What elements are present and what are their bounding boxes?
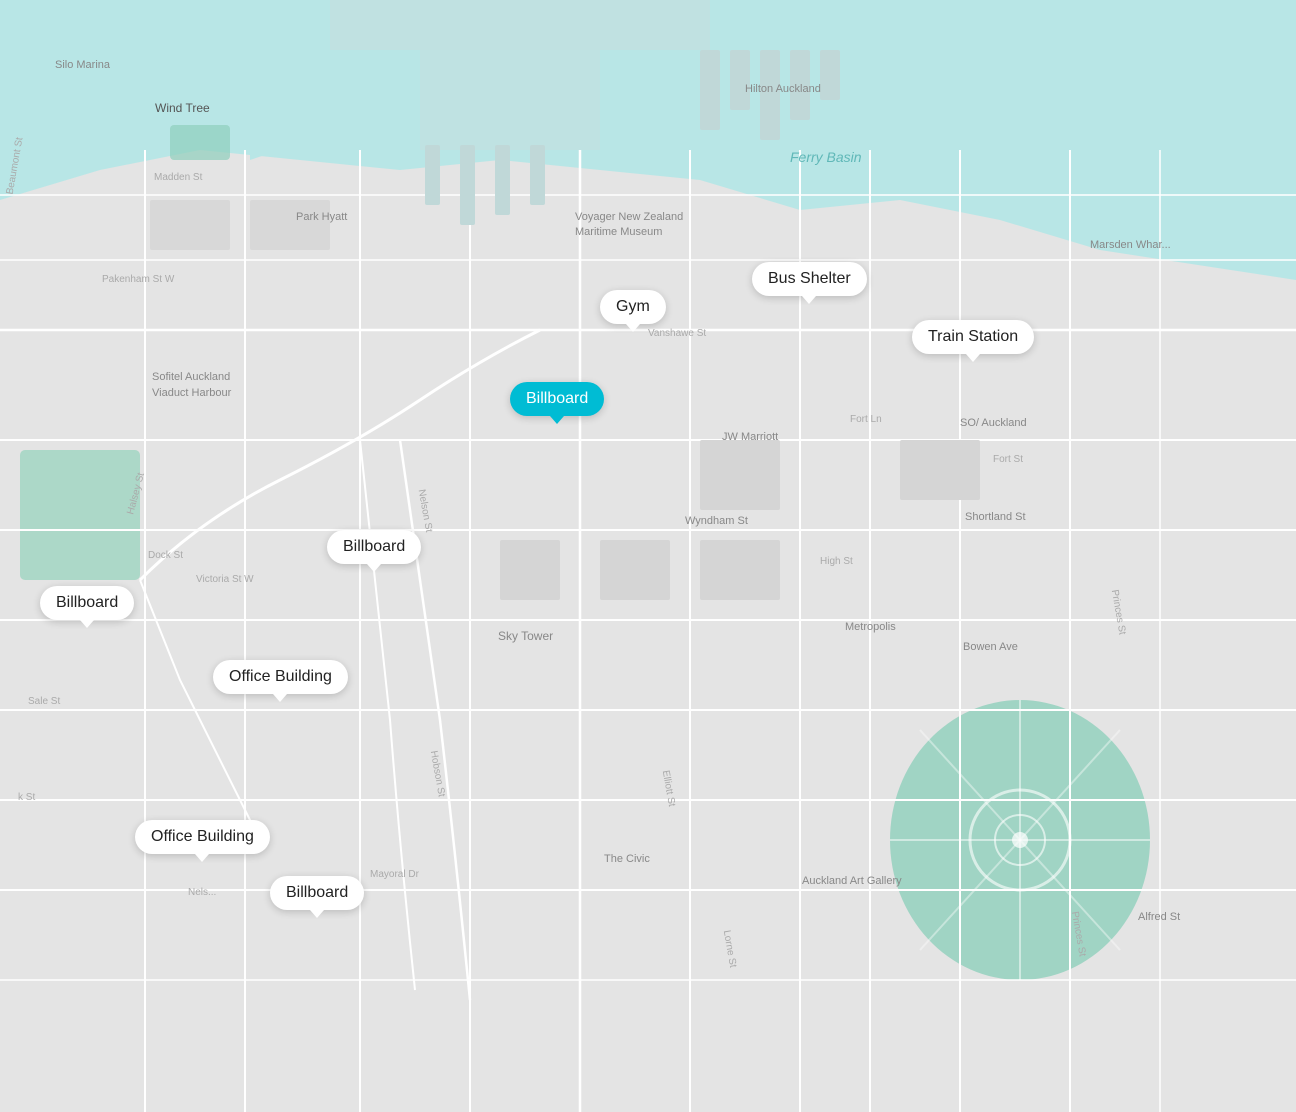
svg-text:Vanshawe St: Vanshawe St (648, 328, 706, 339)
svg-text:Dock St: Dock St (148, 550, 183, 561)
svg-text:Maritime Museum: Maritime Museum (575, 226, 662, 238)
svg-text:Sofitel Auckland: Sofitel Auckland (152, 371, 230, 383)
svg-text:Nels...: Nels... (188, 887, 216, 898)
svg-text:Alfred St: Alfred St (1138, 911, 1180, 923)
svg-text:Mayoral Dr: Mayoral Dr (370, 869, 420, 880)
label-billboard-center[interactable]: Billboard (510, 382, 604, 416)
svg-text:Sky Tower: Sky Tower (498, 629, 553, 643)
svg-text:Wind Tree: Wind Tree (155, 101, 210, 115)
label-gym[interactable]: Gym (600, 290, 666, 324)
svg-text:The Civic: The Civic (604, 853, 650, 865)
svg-text:Park Hyatt: Park Hyatt (296, 211, 347, 223)
svg-text:Wyndham St: Wyndham St (685, 515, 748, 527)
label-billboard-bottom[interactable]: Billboard (270, 876, 364, 910)
label-train-station[interactable]: Train Station (912, 320, 1034, 354)
label-office-building-1[interactable]: Office Building (213, 660, 348, 694)
map-background: Silo Marina Wind Tree Hilton Auckland Fe… (0, 0, 1296, 1112)
svg-text:Sale St: Sale St (28, 696, 60, 707)
svg-text:Bowen Ave: Bowen Ave (963, 641, 1018, 653)
map-container: Silo Marina Wind Tree Hilton Auckland Fe… (0, 0, 1296, 1112)
svg-text:Voyager New Zealand: Voyager New Zealand (575, 211, 683, 223)
svg-text:Fort Ln: Fort Ln (850, 414, 882, 425)
svg-text:Madden St: Madden St (154, 172, 203, 183)
label-bus-shelter[interactable]: Bus Shelter (752, 262, 867, 296)
svg-text:Viaduct Harbour: Viaduct Harbour (152, 387, 232, 399)
label-billboard-left[interactable]: Billboard (40, 586, 134, 620)
svg-text:Auckland Art Gallery: Auckland Art Gallery (802, 875, 902, 887)
label-billboard-mid[interactable]: Billboard (327, 530, 421, 564)
svg-text:Victoria St W: Victoria St W (196, 574, 254, 585)
svg-text:High St: High St (820, 556, 853, 567)
svg-text:Pakenham St W: Pakenham St W (102, 274, 175, 285)
svg-text:Marsden Whar...: Marsden Whar... (1090, 239, 1171, 251)
svg-text:Hilton Auckland: Hilton Auckland (745, 83, 821, 95)
svg-text:Ferry Basin: Ferry Basin (790, 149, 862, 165)
svg-text:Silo Marina: Silo Marina (55, 59, 111, 71)
svg-text:Metropolis: Metropolis (845, 621, 896, 633)
label-office-building-2[interactable]: Office Building (135, 820, 270, 854)
svg-text:Fort St: Fort St (993, 454, 1023, 465)
svg-text:k St: k St (18, 792, 35, 803)
svg-text:JW Marriott: JW Marriott (722, 431, 778, 443)
svg-text:Shortland St: Shortland St (965, 511, 1026, 523)
svg-text:SO/ Auckland: SO/ Auckland (960, 417, 1027, 429)
